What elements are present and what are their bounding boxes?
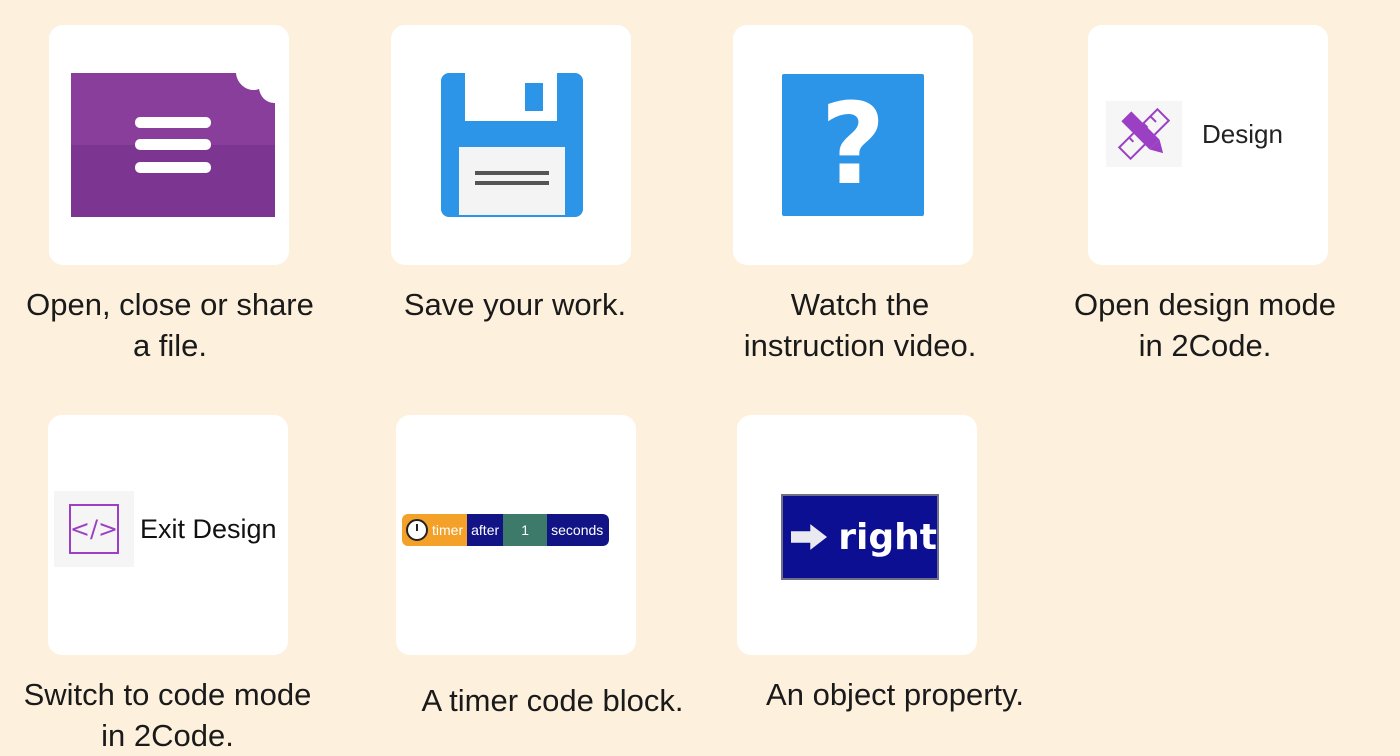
help-card[interactable]: ?	[733, 25, 973, 265]
exit-design-card[interactable]: </> Exit Design	[48, 415, 288, 655]
floppy-disk-icon	[441, 73, 583, 217]
file-menu-card[interactable]	[49, 25, 289, 265]
timer-after-label: after	[467, 514, 504, 546]
design-card[interactable]: Design	[1088, 25, 1328, 265]
object-property-card[interactable]: right	[737, 415, 977, 655]
design-button-label: Design	[1202, 118, 1283, 149]
exit-design-button[interactable]: </> Exit Design	[54, 491, 277, 567]
file-menu-icon	[71, 73, 275, 217]
arrow-right-icon	[791, 524, 828, 550]
stopwatch-icon	[406, 519, 428, 541]
code-brackets-icon: </>	[69, 504, 119, 554]
design-caption: Open design mode in 2Code.	[1074, 287, 1336, 363]
right-property-block[interactable]: right	[781, 494, 939, 580]
code-mode-caption: Switch to code mode in 2Code.	[23, 677, 312, 753]
file-menu-caption: Open, close or share a file.	[26, 287, 314, 363]
help-caption: Watch the instruction video.	[743, 287, 977, 363]
timer-unit-label: seconds	[547, 514, 610, 546]
exit-design-label: Exit Design	[140, 513, 277, 544]
save-caption: Save your work.	[403, 287, 627, 322]
timer-code-block[interactable]: timer after 1 seconds	[402, 514, 610, 546]
timer-value-field[interactable]: 1	[503, 514, 548, 546]
help-icon: ?	[782, 74, 924, 216]
timer-block-card[interactable]: timer after 1 seconds	[396, 415, 636, 655]
timer-label: timer	[432, 522, 464, 538]
right-property-label: right	[838, 516, 937, 558]
save-card[interactable]	[391, 25, 631, 265]
design-button[interactable]: Design	[1106, 101, 1283, 167]
timer-caption: A timer code block.	[421, 683, 684, 718]
object-property-caption: An object property.	[766, 677, 1024, 712]
design-pencil-ruler-icon	[1106, 101, 1182, 167]
